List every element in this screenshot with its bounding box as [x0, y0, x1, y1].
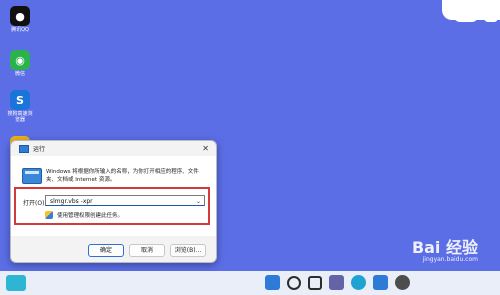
- highlight-box: [14, 187, 210, 225]
- cancel-button[interactable]: 取消: [129, 244, 165, 257]
- dialog-titlebar: 运行: [11, 141, 216, 156]
- taskbar: [0, 271, 500, 295]
- desktop-icon-qq[interactable]: ● 腾讯QQ: [6, 6, 34, 33]
- start-icon[interactable]: [265, 275, 280, 290]
- sogou-icon: S: [10, 90, 30, 110]
- qq-icon: ●: [10, 6, 30, 26]
- close-icon[interactable]: ✕: [202, 144, 209, 153]
- ok-button[interactable]: 确定: [88, 244, 124, 257]
- browse-button[interactable]: 浏览(B)...: [170, 244, 206, 257]
- edge-icon[interactable]: [351, 275, 366, 290]
- widgets-icon[interactable]: [6, 275, 26, 291]
- settings-icon[interactable]: [395, 275, 410, 290]
- watermark-brand: Bai 经验: [411, 238, 478, 257]
- taskbar-apps: [265, 275, 410, 290]
- task-view-icon[interactable]: [308, 276, 322, 290]
- search-icon[interactable]: [287, 276, 301, 290]
- desktop-icon-wechat[interactable]: ◉ 微信: [6, 50, 34, 77]
- dialog-description: Windows 将根据你所输入的名称，为你打开相应的程序、文件夹、文档或 Int…: [46, 169, 199, 183]
- desktop-icon-sogou[interactable]: S 搜狗高速浏览器: [6, 90, 34, 123]
- chat-icon[interactable]: [329, 275, 344, 290]
- dialog-title: 运行: [33, 146, 46, 153]
- run-program-icon: [22, 168, 42, 184]
- wechat-icon: ◉: [10, 50, 30, 70]
- cloud-decoration: [454, 10, 478, 22]
- run-icon: [19, 144, 29, 153]
- cloud-decoration: [484, 14, 498, 22]
- store-icon[interactable]: [373, 275, 388, 290]
- watermark-url: jingyan.baidu.com: [422, 256, 478, 263]
- dialog-buttons: 确定 取消 浏览(B)...: [88, 244, 206, 257]
